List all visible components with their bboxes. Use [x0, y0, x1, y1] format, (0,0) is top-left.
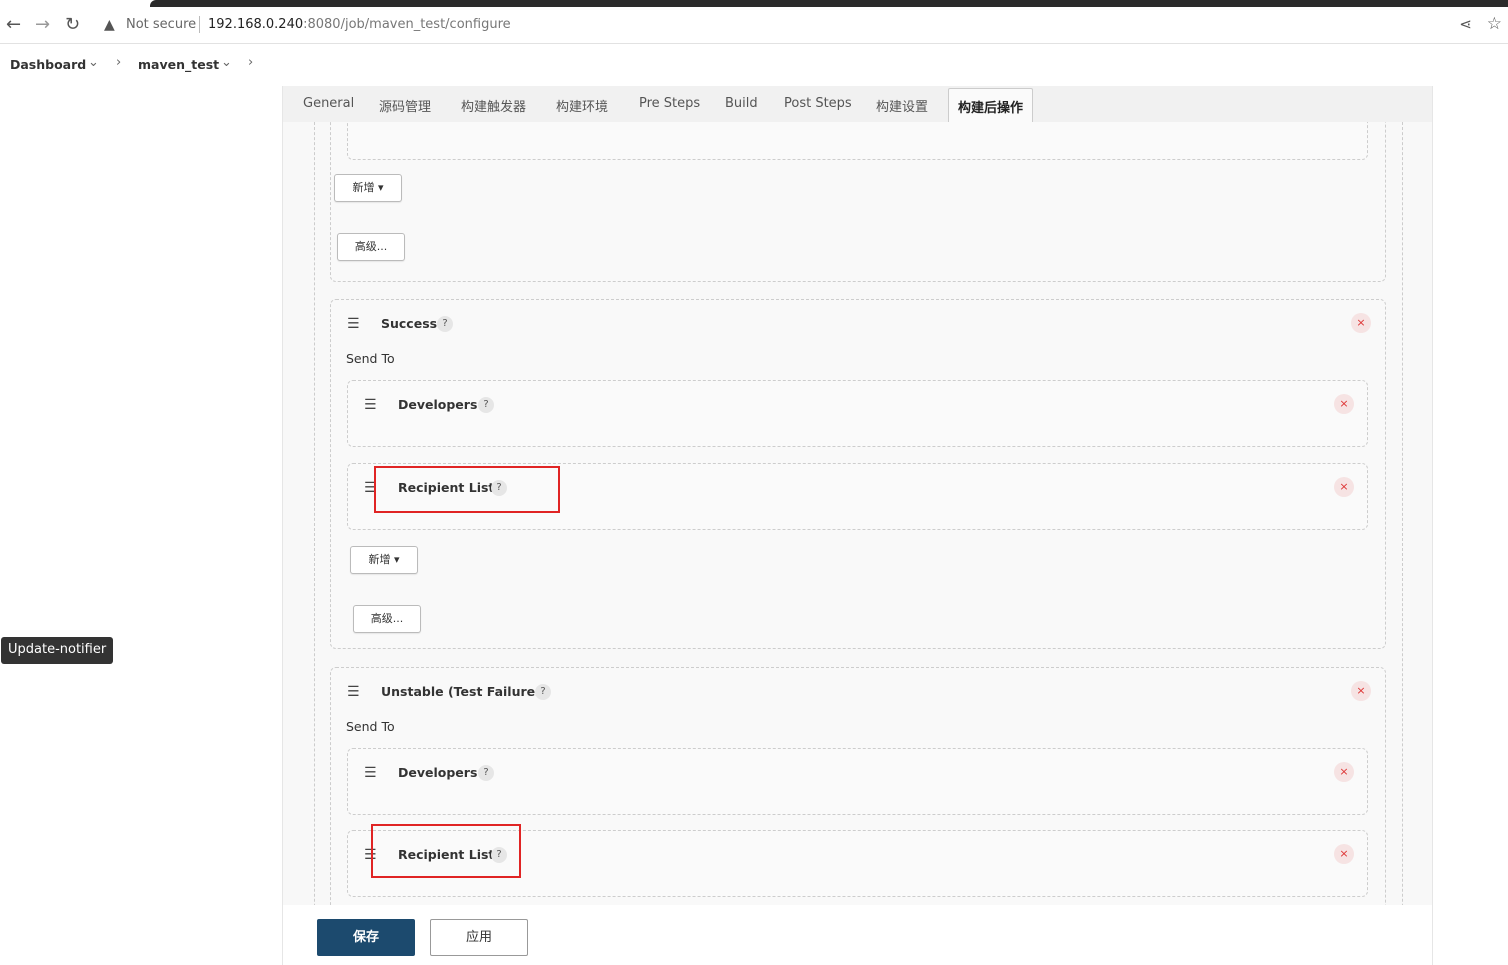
- trigger-title: Success: [381, 316, 438, 331]
- star-icon[interactable]: ☆: [1487, 14, 1502, 34]
- drag-handle-icon[interactable]: ☰: [364, 398, 377, 412]
- add-button[interactable]: 新增 ▾: [334, 174, 402, 202]
- recipient-block-developers: ☰ Developers ? ×: [347, 748, 1368, 815]
- tab-post-steps[interactable]: Post Steps: [784, 96, 852, 111]
- close-icon[interactable]: ×: [1334, 394, 1354, 414]
- url-field[interactable]: 192.168.0.240:8080/job/maven_test/config…: [208, 17, 511, 32]
- close-icon[interactable]: ×: [1351, 681, 1371, 701]
- add-button[interactable]: 新增 ▾: [350, 546, 418, 574]
- arrow-left-icon[interactable]: ←: [6, 15, 21, 35]
- tab-pre-steps[interactable]: Pre Steps: [639, 96, 700, 111]
- share-icon[interactable]: ⋖: [1459, 15, 1472, 33]
- close-icon[interactable]: ×: [1351, 313, 1371, 333]
- tab-build-settings[interactable]: 构建设置: [876, 96, 928, 115]
- trigger-group-previous: 新增 ▾ 高级...: [330, 122, 1386, 282]
- browser-tab-strip: [150, 0, 1508, 7]
- help-icon[interactable]: ?: [478, 397, 494, 413]
- tab-build[interactable]: Build: [725, 96, 758, 111]
- highlight-box: [374, 466, 560, 513]
- url-host: 192.168.0.240: [208, 17, 304, 32]
- form-footer: 保存 应用: [283, 905, 1432, 965]
- post-build-content: 新增 ▾ 高级... ☰ Success ? × Send To ☰ Devel…: [283, 122, 1432, 905]
- config-panel: General 源码管理 构建触发器 构建环境 Pre Steps Build …: [282, 86, 1433, 965]
- tab-scm[interactable]: 源码管理: [379, 96, 431, 115]
- breadcrumb-dashboard[interactable]: Dashboard: [10, 57, 86, 72]
- address-bar: ← → ↻ ▲ Not secure 192.168.0.240:8080/jo…: [0, 7, 1508, 44]
- drag-handle-icon[interactable]: ☰: [364, 766, 377, 780]
- help-icon[interactable]: ?: [437, 316, 453, 332]
- recipient-title: Developers: [398, 765, 478, 780]
- tab-post-build-actions[interactable]: 构建后操作: [948, 88, 1034, 122]
- chevron-down-icon[interactable]: ⌄: [221, 55, 232, 70]
- advanced-button[interactable]: 高级...: [337, 233, 405, 261]
- help-icon[interactable]: ?: [535, 684, 551, 700]
- chevron-right-icon: ›: [116, 55, 122, 70]
- send-to-label: Send To: [346, 719, 395, 734]
- chevron-right-icon: ›: [248, 55, 254, 70]
- close-icon[interactable]: ×: [1334, 844, 1354, 864]
- close-icon[interactable]: ×: [1334, 477, 1354, 497]
- chevron-down-icon[interactable]: ⌄: [88, 55, 99, 70]
- recipient-block-developers: ☰ Developers ? ×: [347, 380, 1368, 447]
- save-button[interactable]: 保存: [317, 919, 415, 956]
- recipient-title: Developers: [398, 397, 478, 412]
- advanced-button[interactable]: 高级...: [353, 605, 421, 633]
- tab-triggers[interactable]: 构建触发器: [461, 96, 526, 115]
- tab-general[interactable]: General: [303, 96, 354, 111]
- help-icon[interactable]: ?: [478, 765, 494, 781]
- arrow-right-icon[interactable]: →: [35, 15, 50, 35]
- drag-handle-icon[interactable]: ☰: [347, 317, 360, 331]
- not-secure-label[interactable]: Not secure: [126, 17, 196, 32]
- breadcrumb: Dashboard ⌄ › maven_test ⌄ ›: [0, 45, 1508, 85]
- update-notifier-tooltip: Update-notifier: [1, 637, 114, 664]
- highlight-box: [371, 824, 521, 878]
- send-to-label: Send To: [346, 351, 395, 366]
- drag-handle-icon[interactable]: ☰: [347, 685, 360, 699]
- url-path: :8080/job/maven_test/configure: [303, 17, 511, 32]
- trigger-title: Unstable (Test Failures): [381, 684, 549, 699]
- warning-icon[interactable]: ▲: [104, 17, 115, 33]
- breadcrumb-job[interactable]: maven_test: [138, 57, 219, 72]
- recipient-block-previous: [347, 122, 1368, 160]
- url-separator: [199, 16, 200, 33]
- config-tabs: General 源码管理 构建触发器 构建环境 Pre Steps Build …: [283, 86, 1432, 122]
- apply-button[interactable]: 应用: [430, 919, 528, 956]
- tab-build-env[interactable]: 构建环境: [556, 96, 608, 115]
- close-icon[interactable]: ×: [1334, 762, 1354, 782]
- reload-icon[interactable]: ↻: [65, 15, 80, 35]
